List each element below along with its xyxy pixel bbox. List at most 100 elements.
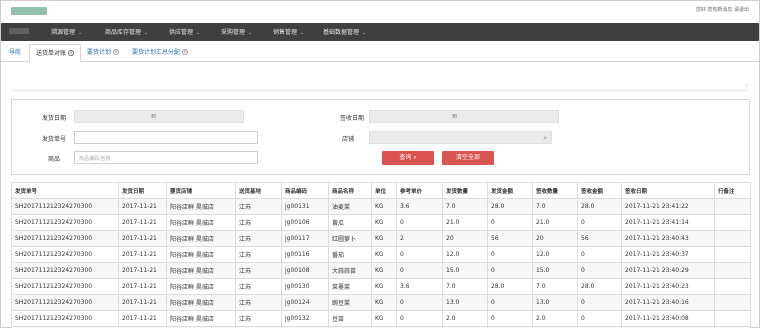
main-navbar: 溯源管理 ⌄ 商品库存管理 ⌄ 供应管理 ⌄ 采购管理 ⌄ 销售管理 ⌄ 基础数据管理 ⌄ <box>1 23 759 41</box>
column-header[interactable]: 发货数量 <box>442 182 488 199</box>
table-row[interactable]: SH20171121232427030​0 2017-11-21 阳谷店鲜 昊城店江… <box>11 198 751 215</box>
table-cell: jg00116 <box>281 246 329 263</box>
table-cell: KG <box>371 294 397 311</box>
column-header[interactable]: 签收金额 <box>577 182 622 199</box>
nav-item-purchase[interactable]: 采购管理 ⌄ <box>221 27 252 36</box>
chevron-down-icon: ⌄ <box>362 30 367 36</box>
nav-item-label: 采购管理 <box>221 29 246 36</box>
nav-item-label: 溯源管理 <box>51 29 76 36</box>
close-icon[interactable]: × <box>68 50 75 56</box>
tab-home[interactable]: 导航 <box>9 47 21 56</box>
table-cell: 0 <box>487 214 533 231</box>
goods-input[interactable]: 商品编码/名称 <box>74 151 258 164</box>
nav-item-sales[interactable]: 销售管理 ⌄ <box>273 27 304 36</box>
column-header[interactable]: 商品编码 <box>281 182 329 199</box>
table-cell: 56 <box>487 230 533 247</box>
column-header[interactable]: 单位 <box>371 182 397 199</box>
goods-placeholder: 商品编码/名称 <box>79 156 111 162</box>
table-cell: 2017-11-21 <box>118 230 167 247</box>
query-button[interactable]: 查询 ⌕ <box>382 151 434 165</box>
table-cell: 20 <box>442 230 488 247</box>
table-cell: SH201711212324270300 <box>11 214 119 231</box>
tab-bar: 导航 送货单对账 × 要货计划 × 要货计划汇总分配 × <box>1 41 759 62</box>
column-header[interactable]: 行备注 <box>714 182 751 199</box>
table-body: SH20171121232427030​0 2017-11-21 阳谷店鲜 昊城店江… <box>11 198 751 328</box>
table-cell: 黄瓜 <box>328 214 372 231</box>
clear-button-label: 清空全部 <box>455 154 480 161</box>
close-icon[interactable]: × <box>113 49 120 55</box>
ship-date-range[interactable]: 到 <box>74 110 244 123</box>
table-cell: 7.0 <box>442 198 488 215</box>
table-cell: 红圆萝卜 <box>328 230 372 247</box>
table-cell: 2017-11-21 <box>118 262 167 279</box>
table-row[interactable]: SH2017112123242703002017-11-21阳谷店鲜 昊城店江苏… <box>11 294 751 311</box>
column-header[interactable]: 参考单价 <box>396 182 443 199</box>
table-cell: 15.0 <box>442 262 488 279</box>
search-icon[interactable]: ⌕ <box>543 134 547 143</box>
table-cell: 15.0 <box>532 262 578 279</box>
table-cell <box>714 214 751 231</box>
recv-date-range[interactable]: 到 <box>369 110 559 123</box>
nav-item-inventory[interactable]: 商品库存管理 ⌄ <box>105 27 148 36</box>
store-select[interactable]: ⌕ <box>369 131 552 144</box>
table-cell: SH201711212324270300 <box>11 246 119 263</box>
column-header[interactable]: 要货店铺 <box>166 182 236 199</box>
table-cell: 阳谷店鲜 昊城店 <box>166 310 236 327</box>
table-row[interactable]: SH2017112123242703002017-11-21阳谷店鲜 昊城店江苏… <box>11 262 751 279</box>
table-cell: jg00130 <box>281 278 329 295</box>
chevron-down-icon[interactable]: ⌄ <box>744 81 749 88</box>
goods-label: 商品 <box>47 156 60 163</box>
ship-no-input[interactable] <box>74 131 258 144</box>
table-cell: SH201711212324270300 <box>11 278 119 295</box>
table-cell: SH201711212324270300 <box>11 262 119 279</box>
column-header[interactable]: 签收日期 <box>621 182 715 199</box>
table-cell: 豆苗 <box>328 310 372 327</box>
nav-item-basedata[interactable]: 基础数据管理 ⌄ <box>323 27 366 36</box>
user-info[interactable]: 您好 您有新消息 请退出 <box>696 6 749 13</box>
table-row[interactable]: SH2017112123242703002017-11-21阳谷店鲜 昊城店江苏… <box>11 230 751 247</box>
column-header[interactable]: 送货基地 <box>235 182 282 199</box>
tab-delivery-reconcile[interactable]: 送货单对账 × <box>29 44 82 62</box>
table-cell: 江苏 <box>235 262 282 279</box>
clear-all-button[interactable]: 清空全部 <box>442 151 494 165</box>
chevron-down-icon: ⌄ <box>248 30 253 36</box>
table-cell: 0 <box>577 246 622 263</box>
table-cell: 0 <box>487 262 533 279</box>
table-cell: 2017-11-21 23:40:23 <box>621 278 715 295</box>
column-header[interactable]: 发货单号 <box>11 182 119 199</box>
column-header[interactable]: 签收数量 <box>532 182 578 199</box>
nav-item-label: 供应管理 <box>169 29 194 36</box>
table-cell: 12.0 <box>442 246 488 263</box>
close-icon[interactable]: × <box>182 49 189 55</box>
table-cell: 江苏 <box>235 214 282 231</box>
tab-order-plan[interactable]: 要货计划 × <box>87 47 120 56</box>
table-row[interactable]: SH2017112123242703002017-11-21阳谷店鲜 昊城店江苏… <box>11 278 751 295</box>
column-header[interactable]: 发货日期 <box>118 182 167 199</box>
table-cell: jg00106 <box>281 214 329 231</box>
column-header[interactable]: 商品名称 <box>328 182 372 199</box>
chevron-down-icon: ⌄ <box>300 30 305 36</box>
column-header[interactable]: 发货金额 <box>487 182 533 199</box>
table-cell: 2017-11-21 <box>118 246 167 263</box>
table-cell: 0 <box>577 294 622 311</box>
table-cell: 阳谷店鲜 昊城店 <box>166 246 236 263</box>
table-cell: 阳谷店鲜 昊城店 <box>166 262 236 279</box>
table-cell: 2017-11-21 23:41:14 <box>621 214 715 231</box>
table-cell <box>714 294 751 311</box>
table-cell: 0 <box>577 262 622 279</box>
table-cell: 13.0 <box>442 294 488 311</box>
table-row[interactable]: SH2017112123242703002017-11-21阳谷店鲜 昊城店江苏… <box>11 310 751 327</box>
table-cell: 56 <box>577 230 622 247</box>
table-cell: 21.0 <box>442 214 488 231</box>
table-row[interactable]: SH2017112123242703002017-11-21阳谷店鲜 昊城店江苏… <box>11 246 751 263</box>
chevron-down-icon: ⌄ <box>144 30 149 36</box>
table-cell: 13.0 <box>532 294 578 311</box>
table-cell <box>714 310 751 327</box>
table-cell: 2017-11-21 23:40:08 <box>621 310 715 327</box>
tab-order-plan-summary[interactable]: 要货计划汇总分配 × <box>132 47 189 56</box>
table-cell: KG <box>371 246 397 263</box>
table-cell: 0 <box>487 310 533 327</box>
table-row[interactable]: SH2017112123242703002017-11-21阳谷店鲜 昊城店江苏… <box>11 214 751 231</box>
nav-item-trace[interactable]: 溯源管理 ⌄ <box>51 27 82 36</box>
nav-item-supply[interactable]: 供应管理 ⌄ <box>169 27 200 36</box>
